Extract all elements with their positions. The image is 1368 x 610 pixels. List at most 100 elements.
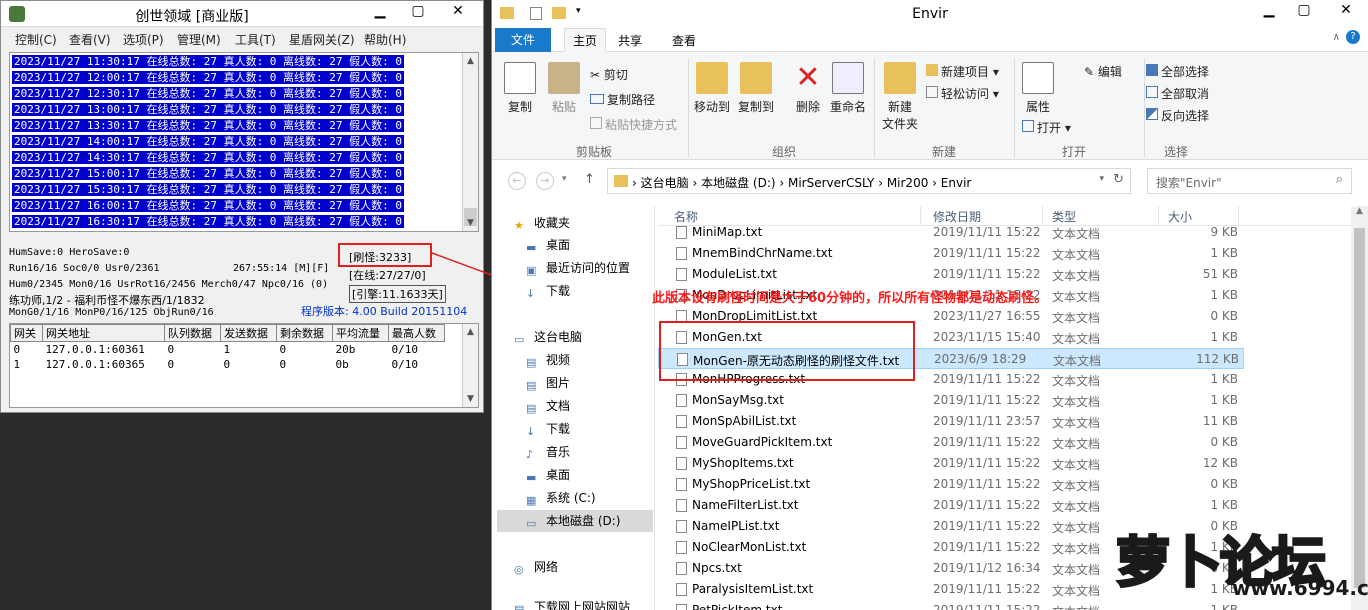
open-button[interactable]: 打开 ▾ (1022, 119, 1071, 136)
delete-button[interactable]: ✕ 删除 (792, 62, 824, 115)
menu-item[interactable]: 查看(V) (69, 31, 111, 48)
close-button[interactable]: ✕ (1324, 0, 1368, 22)
help-icon[interactable]: ? (1346, 30, 1360, 44)
breadcrumb-item[interactable]: 这台电脑 (641, 176, 689, 190)
maximize-button[interactable]: ▢ (399, 1, 437, 23)
file-row[interactable]: MonSpAbilList.txt 2019/11/11 23:57 文本文档 11 … (658, 411, 1244, 432)
menu-item[interactable]: 控制(C) (15, 31, 57, 48)
gateway-column-header[interactable]: 网关地址 (42, 324, 165, 342)
nav-item[interactable]: ▭ 本地磁盘 (D:) (526, 512, 620, 530)
paste-shortcut-button[interactable]: 粘贴快捷方式 (590, 116, 677, 133)
nav-item[interactable]: ▤ 视频 (526, 351, 570, 369)
gateway-column-header[interactable]: 发送数据 (220, 324, 277, 342)
scroll-up-icon[interactable]: ▲ (1351, 206, 1368, 223)
new-item-button[interactable]: 新建项目 ▾ (926, 63, 999, 80)
log-output[interactable]: 2023/11/27 11:30:17 在线总数: 27 真人数: 0 离线数:… (9, 52, 479, 232)
tab-share[interactable]: 共享 (618, 32, 642, 49)
search-icon[interactable]: ⌕ (1336, 172, 1343, 187)
menu-item[interactable]: 管理(M) (177, 31, 221, 48)
menu-item[interactable]: 选项(P) (123, 31, 164, 48)
address-bar[interactable]: › 这台电脑 › 本地磁盘 (D:) › MirServerCSLY › Mir… (607, 168, 1131, 194)
nav-item[interactable]: ▬ 桌面 (526, 466, 570, 484)
text-file-icon (676, 394, 687, 407)
nav-item[interactable]: ▤ 文档 (526, 397, 570, 415)
nav-item[interactable]: ▭ 这台电脑 (514, 328, 582, 346)
cut-button[interactable]: ✂ 剪切 (590, 66, 628, 83)
gateway-column-header[interactable]: 网关 (10, 324, 43, 342)
minimize-button[interactable]: ▁ (1250, 0, 1288, 22)
nav-item[interactable]: ↓ 下载 (526, 420, 570, 438)
file-date: 2019/11/11 15:22 (933, 498, 1041, 512)
breadcrumb-item[interactable]: Envir (941, 176, 972, 190)
close-button[interactable]: ✕ (439, 1, 477, 23)
file-row[interactable]: MnemBindChrName.txt 2019/11/11 15:22 文本文档 1… (658, 243, 1244, 264)
invert-selection-icon (1146, 108, 1158, 120)
copy-path-button[interactable]: 复制路径 (590, 91, 655, 108)
menu-item[interactable]: 工具(T) (235, 31, 276, 48)
recent-dropdown-icon[interactable]: ▾ (562, 174, 567, 184)
copy-button[interactable]: 复制 (504, 62, 536, 115)
edit-button[interactable]: ✎ 编辑 (1084, 63, 1122, 80)
nav-icon: ▭ (514, 333, 525, 346)
rename-button[interactable]: 重命名 (830, 62, 866, 115)
file-row[interactable]: MyShopPriceList.txt 2019/11/11 15:22 文本文档 0… (658, 474, 1244, 495)
menu-item[interactable]: 帮助(H) (364, 31, 406, 48)
gateway-column-header[interactable]: 平均流量 (332, 324, 389, 342)
up-icon[interactable]: ↑ (584, 172, 595, 187)
move-to-button[interactable]: 移动到 (694, 62, 730, 115)
breadcrumb-item[interactable]: 本地磁盘 (D:) (701, 176, 775, 190)
breadcrumb-separator-icon[interactable]: › (874, 176, 886, 190)
back-icon[interactable]: ← (508, 172, 526, 190)
file-row[interactable]: MonSayMsg.txt 2019/11/11 15:22 文本文档 1 KB (658, 390, 1244, 411)
breadcrumb-item[interactable]: MirServerCSLY (788, 176, 874, 190)
breadcrumb-separator-icon[interactable]: › (632, 176, 641, 190)
select-none-button[interactable]: 全部取消 (1146, 85, 1209, 102)
table-row[interactable]: 0 127.0.0.1:60361 0 1 0 20b 0/10 (11, 342, 445, 357)
log-line-text: 2023/11/27 11:30:17 在线总数: 27 真人数: 0 离线数:… (12, 55, 405, 68)
select-all-button[interactable]: 全部选择 (1146, 63, 1209, 80)
nav-item[interactable]: ↓ 下载 (526, 282, 570, 300)
nav-item[interactable]: ★ 收藏夹 (514, 214, 570, 232)
collapse-ribbon-icon[interactable]: ∧ (1333, 32, 1340, 43)
copy-to-button[interactable]: 复制到 (738, 62, 774, 115)
nav-item[interactable]: ▬ 桌面 (526, 236, 570, 254)
file-row[interactable]: ModuleList.txt 2019/11/11 15:22 文本文档 51 KB (658, 264, 1244, 285)
gateway-column-header[interactable]: 剩余数据 (276, 324, 333, 342)
nav-item[interactable]: ▤ 下载网上网站网站 (514, 598, 630, 610)
new-folder-button[interactable]: 新建 文件夹 (882, 62, 918, 132)
easy-access-button[interactable]: 轻松访问 ▾ (926, 85, 999, 102)
server-console-window: 创世领域 [商业版] ▁ ▢ ✕ 控制(C) 查看(V) 选项(P) 管理(M) 工具(… (0, 0, 484, 413)
scroll-down-icon[interactable]: ▼ (463, 215, 478, 231)
address-dropdown-icon[interactable]: ▾ (1099, 174, 1104, 184)
breadcrumb-separator-icon[interactable]: › (928, 176, 940, 190)
scroll-up-icon[interactable]: ▲ (463, 53, 478, 69)
minimize-button[interactable]: ▁ (361, 1, 399, 23)
log-scrollbar[interactable]: ▲ ▼ (462, 53, 478, 231)
forward-icon[interactable]: → (536, 172, 554, 190)
tab-file[interactable]: 文件 (495, 28, 551, 52)
tab-home[interactable]: 主页 (564, 28, 607, 52)
breadcrumb-separator-icon[interactable]: › (689, 176, 701, 190)
maximize-button[interactable]: ▢ (1285, 0, 1323, 22)
search-box[interactable]: 搜索"Envir" ⌕ (1147, 168, 1352, 194)
scroll-down-icon[interactable]: ▼ (463, 391, 478, 407)
file-row[interactable]: MoveGuardPickItem.txt 2019/11/11 15:22 文本文… (658, 432, 1244, 453)
nav-item[interactable]: ◎ 网络 (514, 558, 558, 576)
properties-button[interactable]: 属性 (1022, 62, 1054, 115)
refresh-icon[interactable]: ↻ (1113, 172, 1124, 187)
nav-item[interactable]: ▤ 图片 (526, 374, 570, 392)
search-input[interactable]: 搜索"Envir" (1156, 174, 1222, 191)
tab-view[interactable]: 查看 (672, 32, 696, 49)
paste-button[interactable]: 粘贴 (548, 62, 580, 115)
nav-item[interactable]: ♪ 音乐 (526, 443, 570, 461)
file-row[interactable]: MiniMap.txt 2019/11/11 15:22 文本文档 9 KB (658, 222, 1244, 243)
menu-item[interactable]: 星盾网关(Z) (289, 31, 355, 48)
invert-selection-button[interactable]: 反向选择 (1146, 107, 1209, 124)
table-row[interactable]: 1 127.0.0.1:60365 0 0 0 0b 0/10 (11, 357, 445, 372)
file-row[interactable]: MyShopItems.txt 2019/11/11 15:22 文本文档 12 KB (658, 453, 1244, 474)
nav-item[interactable]: ▣ 最近访问的位置 (526, 259, 630, 277)
gateway-column-header[interactable]: 队列数据 (164, 324, 221, 342)
breadcrumb-separator-icon[interactable]: › (776, 176, 788, 190)
breadcrumb-item[interactable]: Mir200 (887, 176, 929, 190)
nav-item[interactable]: ▦ 系统 (C:) (526, 489, 596, 507)
